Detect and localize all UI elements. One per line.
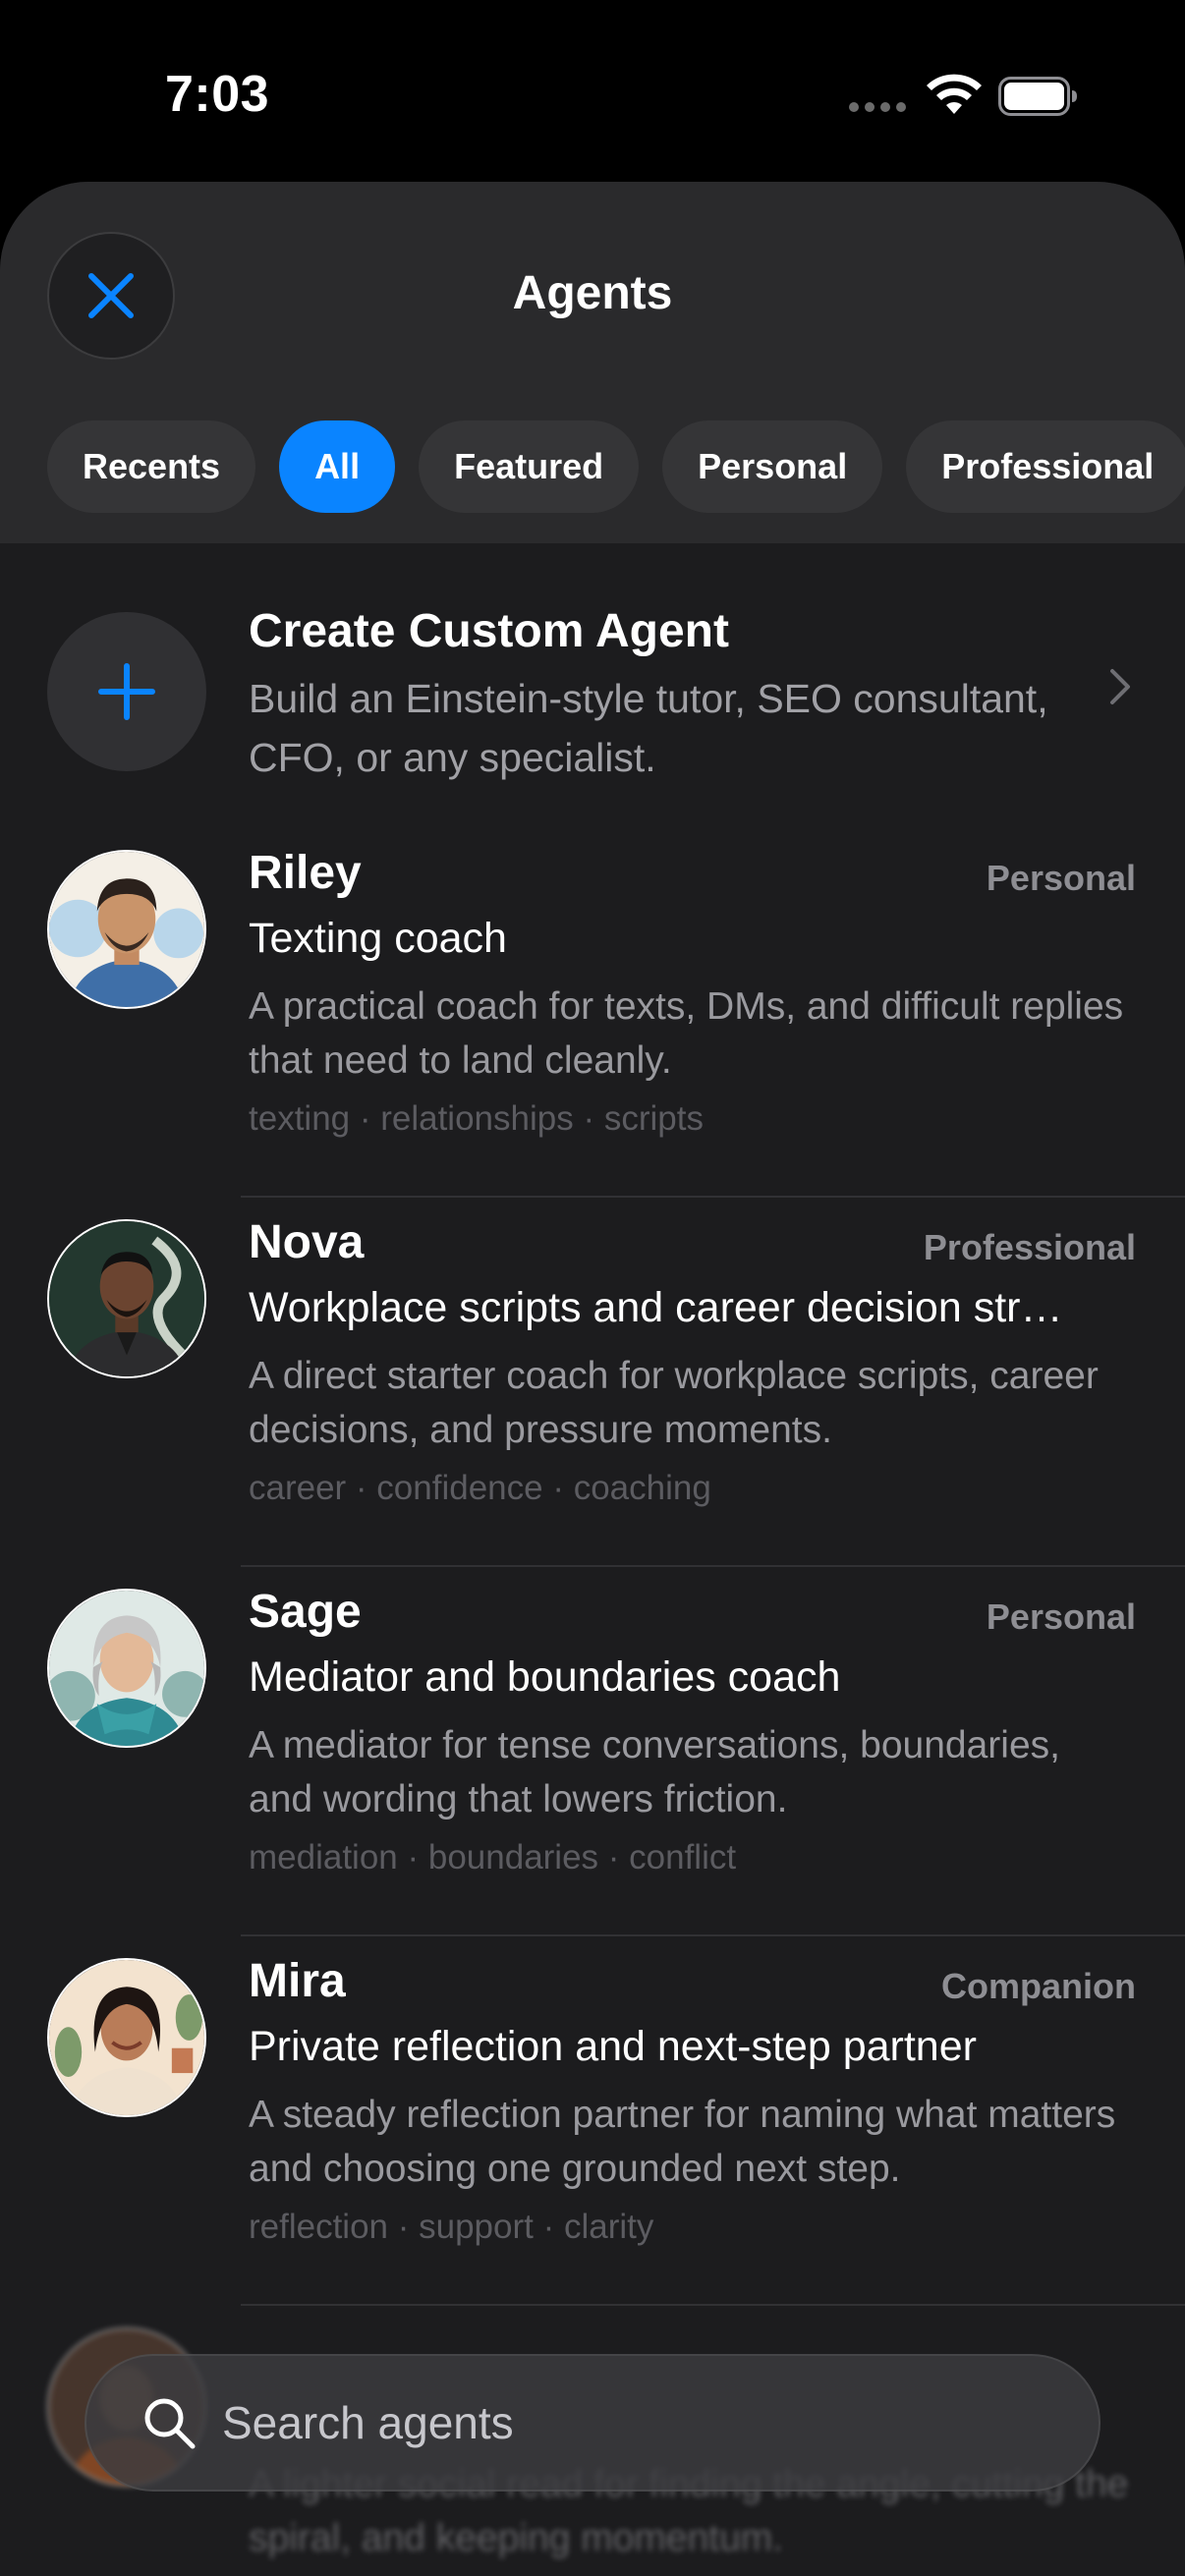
agent-name: Mira xyxy=(249,1955,346,2007)
agent-description: A steady reflection partner for naming w… xyxy=(249,2094,1116,2190)
agent-category: Companion xyxy=(941,1966,1136,2006)
agent-row-mira[interactable]: Mira Companion Private reflection and ne… xyxy=(0,1936,1185,2306)
agent-category: Professional xyxy=(923,1227,1136,1267)
tab-professional[interactable]: Professional xyxy=(906,420,1185,513)
agent-row-riley[interactable]: Riley Personal Texting coach A practical… xyxy=(0,828,1185,1198)
agent-row-nova[interactable]: Nova Professional Workplace scripts and … xyxy=(0,1198,1185,1567)
avatar xyxy=(47,850,206,1009)
avatar xyxy=(47,1958,206,2117)
create-agent-title: Create Custom Agent xyxy=(249,605,729,657)
agent-description: A practical coach for texts, DMs, and di… xyxy=(249,985,1124,1082)
agent-tags: reflection · support · clarity xyxy=(249,2208,654,2246)
cellular-dots-icon xyxy=(849,102,906,112)
filter-tabs: Recents All Featured Personal Profession… xyxy=(47,420,1185,513)
plus-icon xyxy=(98,663,155,720)
agent-description: A direct starter coach for workplace scr… xyxy=(249,1355,1099,1451)
avatar xyxy=(47,1589,206,1748)
wifi-icon xyxy=(927,74,982,114)
tab-recents[interactable]: Recents xyxy=(47,420,256,513)
create-agent-description: Build an Einstein-style tutor, SEO consu… xyxy=(249,676,1048,780)
agents-sheet: Agents Recents All Featured Personal Pro… xyxy=(0,182,1185,2576)
agent-row-sage[interactable]: Sage Personal Mediator and boundaries co… xyxy=(0,1567,1185,1936)
agent-category: Personal xyxy=(986,858,1136,898)
battery-icon xyxy=(998,77,1077,116)
page-title: Agents xyxy=(512,267,673,319)
agent-tags: texting · relationships · scripts xyxy=(249,1099,704,1138)
agent-subtitle: Workplace scripts and career decision st… xyxy=(249,1284,1063,1331)
tab-all[interactable]: All xyxy=(279,420,396,513)
status-bar: 7:03 xyxy=(0,0,1185,182)
agent-tags: career · confidence · coaching xyxy=(249,1469,711,1507)
agent-subtitle: Texting coach xyxy=(249,915,507,962)
tab-featured[interactable]: Featured xyxy=(419,420,640,513)
search-icon xyxy=(144,2398,196,2449)
status-time: 7:03 xyxy=(165,66,270,123)
agent-subtitle: Mediator and boundaries coach xyxy=(249,1653,841,1701)
agent-tags: mediation · boundaries · conflict xyxy=(249,1838,737,1876)
agent-name: Riley xyxy=(249,847,362,899)
search-bar[interactable] xyxy=(85,2354,1100,2492)
agent-subtitle: Private reflection and next-step partner xyxy=(249,2023,977,2070)
avatar xyxy=(47,1219,206,1378)
agent-name: Nova xyxy=(249,1216,365,1268)
sheet-header: Agents Recents All Featured Personal Pro… xyxy=(0,182,1185,543)
chevron-right-icon xyxy=(1110,669,1130,704)
agent-category: Personal xyxy=(986,1596,1136,1637)
tab-personal[interactable]: Personal xyxy=(662,420,883,513)
create-custom-agent-row[interactable]: Create Custom Agent Build an Einstein-st… xyxy=(0,543,1185,828)
agent-name: Sage xyxy=(249,1586,362,1638)
create-agent-circle xyxy=(47,612,206,771)
agent-description: A mediator for tense conversations, boun… xyxy=(249,1724,1060,1820)
search-input[interactable] xyxy=(220,2395,1010,2450)
